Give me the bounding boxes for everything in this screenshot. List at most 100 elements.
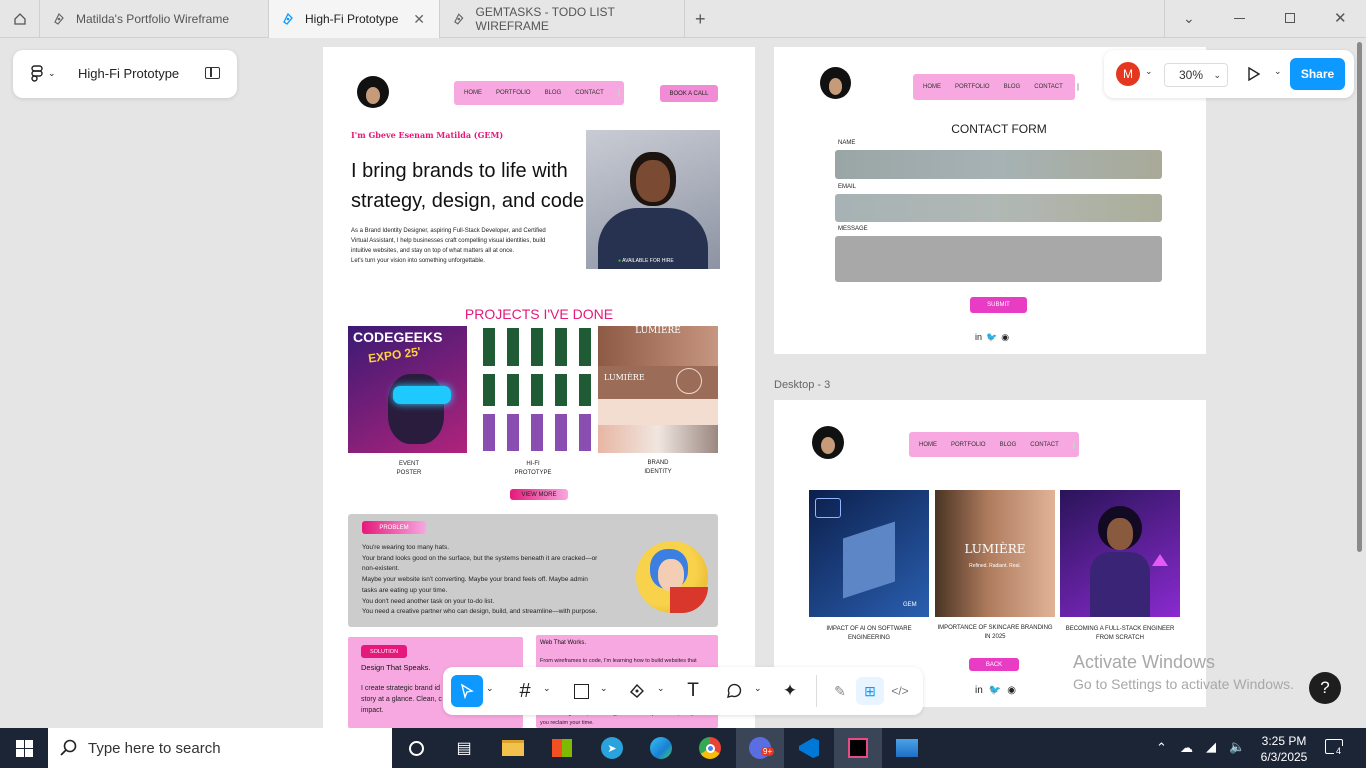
- action-center-icon[interactable]: 4: [1325, 739, 1344, 756]
- present-play-icon[interactable]: [1247, 67, 1261, 81]
- linkedin-icon[interactable]: in: [975, 332, 982, 343]
- nav-blog[interactable]: BLOG: [1000, 442, 1017, 448]
- view-more-button[interactable]: VIEW MORE: [510, 489, 568, 500]
- nav-blog[interactable]: BLOG: [1004, 84, 1021, 90]
- chevron-down-icon[interactable]: ⌄: [543, 683, 551, 694]
- blog-image-fullstack[interactable]: [1060, 490, 1180, 617]
- close-tab-icon[interactable]: ✕: [413, 11, 425, 28]
- chevron-down-icon[interactable]: ⌄: [657, 683, 665, 694]
- nav-blog[interactable]: BLOG: [545, 90, 562, 96]
- nav-portfolio[interactable]: PORTFOLIO: [951, 442, 986, 448]
- chrome-profile-icon[interactable]: 9+: [736, 728, 784, 768]
- chevron-down-icon[interactable]: ⌄: [1145, 66, 1153, 77]
- telegram-icon[interactable]: ➤: [588, 728, 636, 768]
- taskbar-search[interactable]: Type here to search: [48, 728, 392, 768]
- chevron-down-icon[interactable]: ⌄: [486, 683, 494, 694]
- home-tab[interactable]: [0, 0, 40, 38]
- new-tab-icon[interactable]: +: [695, 9, 706, 30]
- draw-mode-icon[interactable]: ✎: [826, 677, 854, 705]
- theme-toggle[interactable]: [617, 89, 620, 97]
- github-icon[interactable]: ◉: [1007, 685, 1016, 696]
- cortana-icon[interactable]: [392, 728, 440, 768]
- actions-sparkle-icon[interactable]: ✦: [776, 677, 804, 705]
- twitter-icon[interactable]: 🐦: [986, 332, 997, 343]
- help-button[interactable]: ?: [1309, 672, 1341, 704]
- jetbrains-icon[interactable]: [834, 728, 882, 768]
- chevron-down-icon[interactable]: ⌄: [600, 683, 608, 694]
- chevron-down-icon[interactable]: ⌄: [1183, 10, 1195, 27]
- dev-mode-icon[interactable]: </>: [886, 677, 914, 705]
- onedrive-icon[interactable]: ☁: [1180, 740, 1193, 756]
- nav-home[interactable]: HOME: [923, 84, 941, 90]
- nav-home[interactable]: HOME: [919, 442, 937, 448]
- nav-contact[interactable]: CONTACT: [575, 90, 604, 96]
- event-poster-image[interactable]: CODEGEEKS EXPO 25': [348, 326, 467, 453]
- vscode-icon[interactable]: [785, 728, 833, 768]
- brand-identity-image[interactable]: LUMIÈRE LUMIÈRE: [598, 326, 718, 453]
- edge-icon[interactable]: [637, 728, 685, 768]
- start-button[interactable]: [0, 728, 48, 768]
- frame-tool-icon[interactable]: #: [511, 677, 539, 705]
- chevron-down-icon[interactable]: ⌄: [1274, 66, 1282, 77]
- main-menu-button[interactable]: ⌄: [31, 65, 56, 82]
- caption-line: EVENT: [398, 461, 419, 467]
- tab-gemtasks-wireframe[interactable]: GEMTASKS - TODO LIST WIREFRAME: [440, 0, 685, 38]
- volume-icon[interactable]: 🔈: [1229, 739, 1245, 755]
- nav-bar[interactable]: HOME PORTFOLIO BLOG CONTACT: [454, 81, 624, 105]
- wifi-icon[interactable]: ◢: [1206, 739, 1216, 755]
- hi-fi-prototype-image[interactable]: [478, 328, 591, 451]
- problem-line: Maybe your website isn't converting. May…: [362, 576, 588, 584]
- chrome-icon[interactable]: [686, 728, 734, 768]
- text-tool-icon[interactable]: T: [679, 677, 707, 705]
- minimize-icon[interactable]: [1234, 18, 1245, 19]
- nav-contact[interactable]: CONTACT: [1030, 442, 1059, 448]
- user-avatar[interactable]: M: [1116, 62, 1140, 86]
- comment-tool[interactable]: [720, 677, 748, 705]
- design-mode-icon[interactable]: ⊞: [856, 677, 884, 705]
- close-window-icon[interactable]: ✕: [1334, 9, 1347, 27]
- blog-image-skincare[interactable]: LUMIÈRE Refined. Radiant. Real.: [935, 490, 1055, 617]
- linkedin-icon[interactable]: in: [975, 685, 983, 696]
- pen-tool[interactable]: [623, 677, 651, 705]
- store-icon[interactable]: [538, 728, 586, 768]
- canvas[interactable]: HOME PORTFOLIO BLOG CONTACT BOOK A CALL …: [0, 38, 1366, 728]
- tab-high-fi-prototype[interactable]: High-Fi Prototype ✕: [269, 0, 440, 38]
- nav-bar[interactable]: HOME PORTFOLIO BLOG CONTACT: [913, 74, 1079, 100]
- vertical-scrollbar[interactable]: [1357, 42, 1362, 552]
- theme-toggle[interactable]: [1076, 83, 1079, 91]
- back-button[interactable]: BACK: [969, 658, 1019, 671]
- blog-image-ai[interactable]: GEM: [809, 490, 929, 617]
- nav-home[interactable]: HOME: [464, 90, 482, 96]
- name-field[interactable]: [835, 150, 1162, 179]
- sidebar-toggle-icon[interactable]: [205, 67, 220, 79]
- photos-icon[interactable]: [883, 728, 931, 768]
- solution-line: story at a glance. Clean, c: [361, 696, 442, 703]
- file-title[interactable]: High-Fi Prototype: [78, 66, 179, 81]
- file-explorer-icon[interactable]: [489, 728, 537, 768]
- nav-portfolio[interactable]: PORTFOLIO: [955, 84, 990, 90]
- tab-portfolio-wireframe[interactable]: Matilda's Portfolio Wireframe: [40, 0, 269, 38]
- maximize-icon[interactable]: [1285, 13, 1295, 23]
- blog-caption-fullstack: BECOMING A FULL-STACK ENGINEER FROM SCRAT…: [1060, 625, 1180, 643]
- clock[interactable]: 3:25 PM 6/3/2025: [1250, 733, 1318, 765]
- email-field[interactable]: [835, 194, 1162, 222]
- nav-bar[interactable]: HOME PORTFOLIO BLOG CONTACT: [909, 432, 1079, 457]
- rectangle-tool[interactable]: [567, 677, 595, 705]
- frame-desktop-1[interactable]: HOME PORTFOLIO BLOG CONTACT BOOK A CALL …: [323, 47, 755, 728]
- task-view-icon[interactable]: ▤: [440, 728, 488, 768]
- chevron-down-icon[interactable]: ⌄: [754, 683, 762, 694]
- frame-label[interactable]: Desktop - 3: [774, 379, 830, 391]
- submit-button[interactable]: SUBMIT: [970, 297, 1027, 313]
- theme-toggle[interactable]: [1072, 440, 1075, 449]
- share-button[interactable]: Share: [1290, 58, 1345, 90]
- nav-portfolio[interactable]: PORTFOLIO: [496, 90, 531, 96]
- zoom-select[interactable]: 30% ⌄: [1164, 63, 1228, 87]
- move-tool[interactable]: [451, 675, 483, 707]
- message-field[interactable]: [835, 236, 1162, 282]
- twitter-icon[interactable]: 🐦: [989, 685, 1001, 696]
- github-icon[interactable]: ◉: [1001, 332, 1009, 343]
- nav-contact[interactable]: CONTACT: [1034, 84, 1063, 90]
- chevron-up-icon[interactable]: ⌃: [1156, 740, 1167, 756]
- book-a-call-button[interactable]: BOOK A CALL: [660, 85, 718, 102]
- activation-watermark-sub: Go to Settings to activate Windows.: [1073, 676, 1294, 692]
